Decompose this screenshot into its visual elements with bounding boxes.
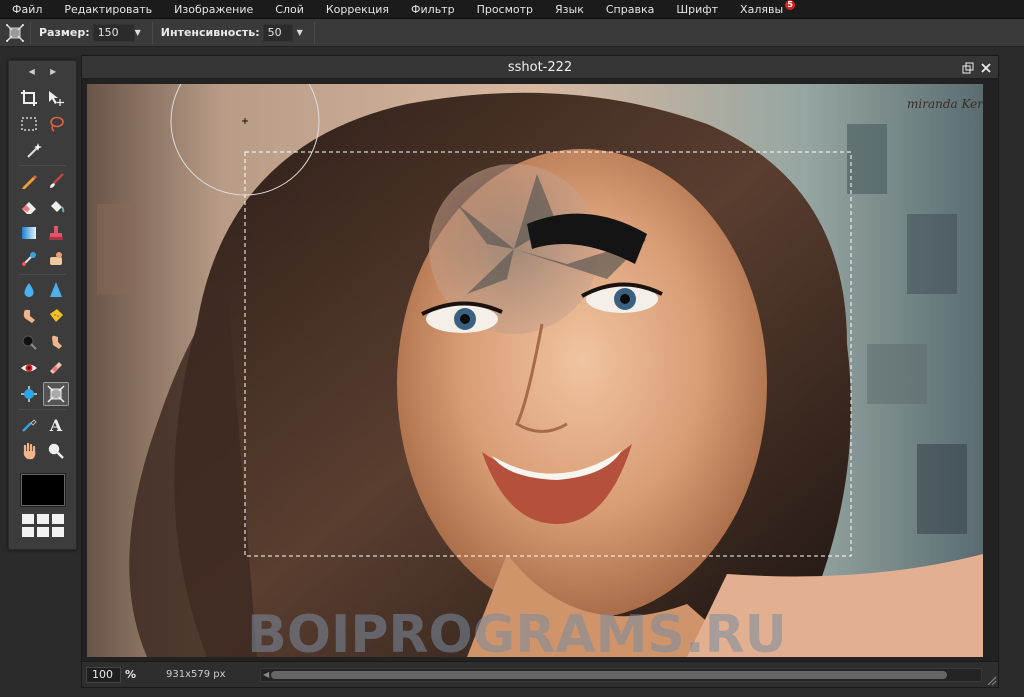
intensity-control: Интенсивность: 50 ▼ bbox=[153, 19, 314, 47]
resize-grip-icon[interactable] bbox=[985, 674, 997, 686]
intensity-dropdown-arrow[interactable]: ▼ bbox=[297, 28, 306, 37]
image-dimensions: 931x579 px bbox=[166, 669, 226, 680]
marquee-select-icon[interactable] bbox=[16, 112, 42, 136]
size-value: 150 bbox=[97, 25, 119, 39]
palette-header[interactable]: ◀ ▶ bbox=[9, 61, 76, 81]
menu-image[interactable]: Изображение bbox=[163, 0, 264, 19]
red-eye-icon[interactable] bbox=[16, 356, 42, 380]
palette-divider bbox=[19, 274, 66, 275]
svg-text:A: A bbox=[49, 416, 63, 434]
pencil-icon[interactable] bbox=[16, 169, 42, 193]
paint-bucket-icon[interactable] bbox=[43, 195, 69, 219]
palette-divider bbox=[19, 409, 66, 410]
intensity-input[interactable]: 50 bbox=[262, 23, 293, 42]
burn-icon[interactable] bbox=[16, 330, 42, 354]
menu-layer[interactable]: Слой bbox=[264, 0, 315, 19]
watermark-text: BOIPROGRAMS.RU bbox=[247, 605, 787, 657]
horizontal-scrollbar[interactable]: ◀ bbox=[260, 668, 982, 682]
notification-badge: 5 bbox=[785, 0, 796, 10]
menu-view[interactable]: Просмотр bbox=[466, 0, 544, 19]
options-bar: Размер: 150 ▼ Интенсивность: 50 ▼ bbox=[0, 19, 1024, 47]
menu-freebies[interactable]: Халявы 5 bbox=[729, 0, 796, 19]
menu-file[interactable]: Файл bbox=[0, 0, 53, 19]
crop-icon[interactable] bbox=[16, 86, 42, 110]
close-icon[interactable] bbox=[980, 59, 992, 78]
photo: miranda Ker BOIPROGRAMS.RU bbox=[87, 84, 983, 657]
gradient-icon[interactable] bbox=[16, 221, 42, 245]
scrollbar-thumb[interactable] bbox=[271, 671, 947, 679]
dodge-icon[interactable] bbox=[43, 330, 69, 354]
blur-icon[interactable] bbox=[16, 278, 42, 302]
zoom-input[interactable]: 100 bbox=[86, 666, 121, 683]
size-control: Размер: 150 ▼ bbox=[31, 19, 152, 47]
lasso-icon[interactable] bbox=[43, 112, 69, 136]
smudge-icon[interactable] bbox=[16, 304, 42, 328]
clone-stamp-icon[interactable] bbox=[43, 221, 69, 245]
bloat-icon[interactable] bbox=[16, 382, 42, 406]
size-dropdown-arrow[interactable]: ▼ bbox=[135, 28, 144, 37]
collapse-left-icon[interactable]: ◀ bbox=[29, 67, 35, 76]
menu-bar: Файл Редактировать Изображение Слой Корр… bbox=[0, 0, 1024, 19]
magic-wand-icon[interactable] bbox=[21, 138, 47, 162]
menu-edit[interactable]: Редактировать bbox=[53, 0, 163, 19]
type-icon[interactable]: A bbox=[43, 413, 69, 437]
color-replace-icon[interactable] bbox=[16, 247, 42, 271]
restore-window-icon[interactable] bbox=[962, 59, 974, 78]
heal-icon[interactable] bbox=[43, 247, 69, 271]
document-title: sshot-222 bbox=[507, 59, 573, 75]
zoom-unit: % bbox=[125, 668, 137, 681]
primary-color-swatch[interactable] bbox=[20, 474, 65, 506]
signature-text: miranda Ker bbox=[907, 97, 983, 111]
size-label: Размер: bbox=[39, 26, 90, 39]
collapse-right-icon[interactable]: ▶ bbox=[50, 67, 56, 76]
menu-filter[interactable]: Фильтр bbox=[400, 0, 466, 19]
brush-icon[interactable] bbox=[43, 169, 69, 193]
color-picker-icon[interactable] bbox=[16, 413, 42, 437]
document-window: sshot-222 miranda Ker BOIPROGRAMS.RU 100… bbox=[81, 55, 999, 688]
sharpen-icon[interactable] bbox=[43, 278, 69, 302]
document-titlebar[interactable]: sshot-222 bbox=[82, 56, 998, 79]
move-icon[interactable] bbox=[43, 86, 69, 110]
menu-freebies-label: Халявы bbox=[740, 2, 784, 16]
pinch-icon[interactable] bbox=[43, 382, 70, 406]
sponge-icon[interactable] bbox=[43, 304, 69, 328]
toolbar-divider bbox=[313, 21, 315, 44]
zoom-icon[interactable] bbox=[43, 439, 69, 463]
hand-icon[interactable] bbox=[16, 439, 42, 463]
intensity-label: Интенсивность: bbox=[160, 26, 260, 39]
tool-palette: ◀ ▶ A bbox=[8, 60, 77, 550]
image-canvas[interactable]: miranda Ker BOIPROGRAMS.RU bbox=[87, 84, 983, 657]
spot-heal-icon[interactable] bbox=[43, 356, 69, 380]
menu-font[interactable]: Шрифт bbox=[665, 0, 729, 19]
eraser-icon[interactable] bbox=[16, 195, 42, 219]
menu-help[interactable]: Справка bbox=[595, 0, 665, 19]
menu-language[interactable]: Язык bbox=[544, 0, 595, 19]
zoom-value: 100 bbox=[92, 667, 113, 681]
menu-adjustment[interactable]: Коррекция bbox=[315, 0, 400, 19]
pinch-warp-icon[interactable] bbox=[0, 19, 30, 47]
palette-layout-icon[interactable] bbox=[15, 514, 70, 537]
intensity-value: 50 bbox=[267, 25, 282, 39]
scroll-left-icon[interactable]: ◀ bbox=[263, 670, 269, 679]
status-bar: 100 % 931x579 px ◀ bbox=[82, 661, 998, 687]
size-input[interactable]: 150 bbox=[92, 23, 135, 42]
palette-divider bbox=[19, 165, 66, 166]
